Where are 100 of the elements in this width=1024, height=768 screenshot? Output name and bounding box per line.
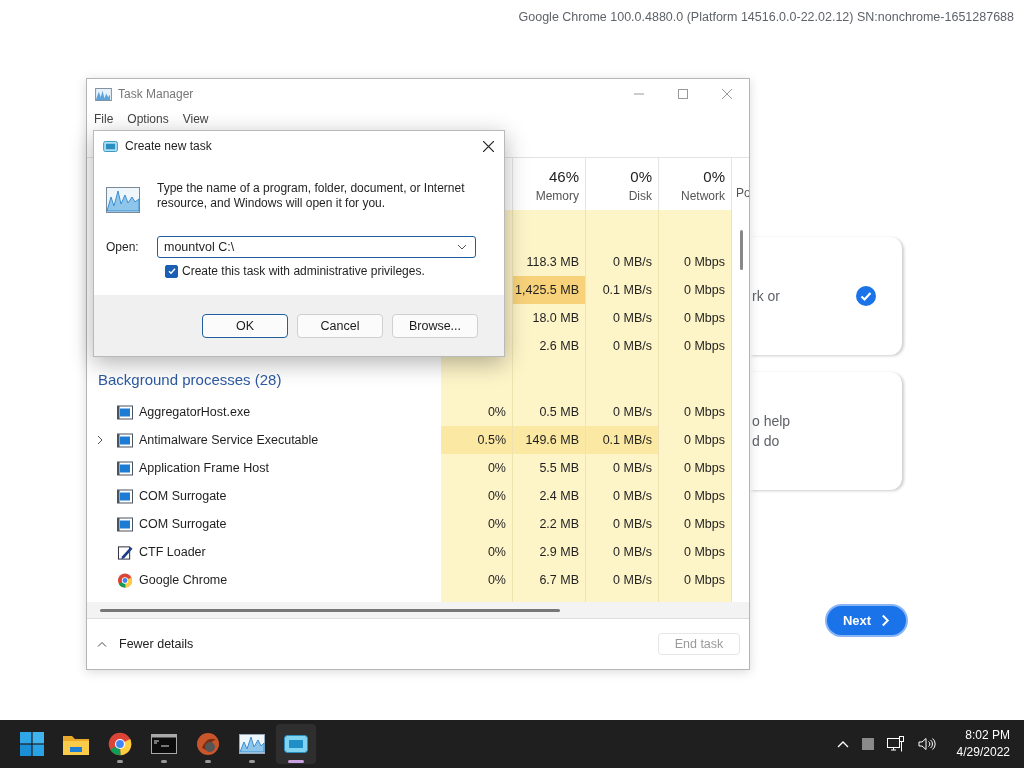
dialog-button[interactable]: Cancel	[297, 313, 383, 338]
table-cell: 0 MB/s	[586, 304, 659, 332]
table-cell: 0 MB/s	[586, 398, 659, 426]
process-name: CTF Loader	[139, 545, 206, 559]
window-icon	[117, 404, 133, 420]
process-name: Google Chrome	[139, 573, 228, 587]
chart-icon	[106, 187, 140, 213]
table-cell: 0%	[441, 398, 513, 426]
menu-item[interactable]: File	[94, 112, 114, 126]
table-cell: 0 Mbps	[659, 332, 732, 360]
taskbar-app-button[interactable]	[276, 724, 316, 764]
next-button[interactable]: Next	[825, 604, 908, 637]
group-header: Background processes (28)	[98, 370, 282, 388]
network-icon[interactable]	[886, 736, 905, 752]
table-cell: 0 Mbps	[659, 482, 732, 510]
menu-item[interactable]: View	[182, 112, 209, 126]
table-cell: 0.1 MB/s	[586, 426, 659, 454]
table-cell: 0 Mbps	[659, 248, 732, 276]
menu-item[interactable]: Options	[127, 112, 169, 126]
table-cell: 0 MB/s	[586, 538, 659, 566]
table-cell: 0 Mbps	[659, 398, 732, 426]
open-combobox[interactable]: mountvol C:\	[157, 236, 476, 258]
folder-icon	[63, 733, 89, 755]
table-cell: 6.7 MB	[513, 566, 586, 594]
table-cell: 0.5%	[441, 426, 513, 454]
table-cell: 0%	[441, 454, 513, 482]
window-icon	[117, 432, 133, 448]
dialog-button[interactable]: Browse...	[392, 313, 478, 338]
process-name: Application Frame Host	[139, 461, 269, 475]
card-text: d do	[752, 432, 781, 451]
table-cell: 0.5 MB	[513, 398, 586, 426]
dialog-message: Type the name of a program, folder, document, or Internet resource, and Windows will open it for you.	[157, 181, 466, 211]
window-icon	[284, 735, 308, 753]
chevron-up-icon[interactable]	[836, 740, 849, 748]
table-cell: 0.1 MB/s	[586, 276, 659, 304]
option-card[interactable]: rk or	[750, 237, 902, 355]
table-cell: 0 Mbps	[659, 304, 732, 332]
table-cell: 2.9 MB	[513, 538, 586, 566]
checkbox-label[interactable]: Create this task with administrative privileges.	[182, 264, 425, 278]
open-label: Open:	[106, 240, 140, 254]
table-cell: 5.5 MB	[513, 454, 586, 482]
table-cell: 118.3 MB	[513, 248, 586, 276]
table-cell: 18.0 MB	[513, 304, 586, 332]
card-text: rk or	[752, 287, 781, 306]
table-cell: 0 Mbps	[659, 426, 732, 454]
volume-icon[interactable]	[917, 737, 936, 751]
chrome-icon	[108, 732, 132, 756]
table-cell: 2.2 MB	[513, 510, 586, 538]
chevron-right-icon	[881, 614, 891, 627]
close-icon[interactable]	[483, 140, 494, 152]
table-cell: 0 MB/s	[586, 510, 659, 538]
maximize-icon[interactable]	[678, 89, 688, 99]
table-cell: 2.6 MB	[513, 332, 586, 360]
table-cell: 0 Mbps	[659, 276, 732, 304]
dialog-button[interactable]: OK	[202, 313, 288, 338]
table-cell: 0 MB/s	[586, 248, 659, 276]
window-icon	[117, 488, 133, 504]
checkbox[interactable]	[165, 264, 178, 278]
window-icon	[117, 516, 133, 532]
card-text: o help	[752, 412, 792, 431]
dropdown-caret-icon	[457, 244, 467, 250]
table-cell: 0%	[441, 510, 513, 538]
table-cell: 0 MB/s	[586, 332, 659, 360]
pen-icon	[117, 544, 133, 560]
chart-icon	[239, 734, 265, 754]
process-name: AggregatorHost.exe	[139, 405, 251, 419]
scrollbar-thumb[interactable]	[100, 608, 560, 612]
table-cell: 0%	[441, 538, 513, 566]
process-name: COM Surrogate	[139, 489, 227, 503]
table-cell: 0 MB/s	[586, 454, 659, 482]
bird-icon	[196, 732, 220, 756]
window-title: Task Manager	[118, 87, 194, 101]
chart-icon	[95, 87, 112, 101]
table-cell: 2.4 MB	[513, 482, 586, 510]
dialog-title: Create new task	[125, 139, 212, 153]
build-info: Google Chrome 100.0.4880.0 (Platform 14516.0.0-22.02.12) SN:nonchrome-1651287688	[518, 10, 1014, 24]
table-cell: 0 Mbps	[659, 510, 732, 538]
chevron-up-icon	[97, 641, 107, 647]
table-cell: 149.6 MB	[513, 426, 586, 454]
table-cell: 0%	[441, 566, 513, 594]
window-icon	[103, 140, 118, 152]
table-cell: 0 MB/s	[586, 482, 659, 510]
clock-date[interactable]: 4/29/2022	[956, 744, 1010, 761]
table-cell: 0 MB/s	[586, 566, 659, 594]
table-cell: 0 Mbps	[659, 454, 732, 482]
fewer-details-button[interactable]: Fewer details	[97, 637, 194, 651]
table-cell: 0%	[441, 482, 513, 510]
table-cell: 0 Mbps	[659, 566, 732, 594]
table-cell: 0 Mbps	[659, 538, 732, 566]
table-cell: 1,425.5 MB	[513, 276, 586, 304]
option-card[interactable]: o help d do	[750, 372, 902, 490]
window-icon	[117, 460, 133, 476]
scrollbar-thumb[interactable]	[740, 230, 743, 270]
process-name: Antimalware Service Executable	[139, 433, 319, 447]
terminal-icon	[151, 734, 177, 754]
chrome-icon	[117, 572, 133, 588]
clock-time[interactable]: 8:02 PM	[965, 727, 1010, 744]
square-icon[interactable]	[861, 738, 874, 750]
process-name: COM Surrogate	[139, 517, 227, 531]
windows-logo-icon	[20, 732, 44, 756]
